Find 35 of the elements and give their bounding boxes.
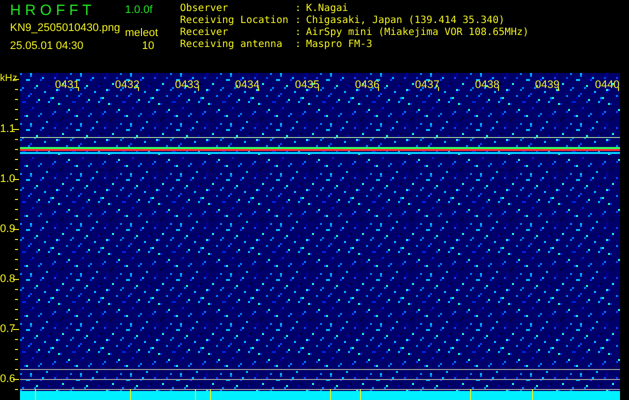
- info-value: Chigasaki, Japan (139.414 35.340): [306, 15, 505, 27]
- info-value: K.Nagai: [306, 3, 348, 15]
- info-label: Receiving Location: [180, 15, 288, 27]
- info-separator: :: [295, 39, 302, 51]
- time-label: 0438: [475, 79, 500, 91]
- info-label: Receiver: [180, 27, 228, 39]
- frequency-label: 0.8: [0, 273, 16, 285]
- time-label: 0439: [535, 79, 560, 91]
- time-label: 0432: [115, 79, 140, 91]
- time-label: 0437: [415, 79, 440, 91]
- info-separator: :: [295, 3, 302, 15]
- app-title: H R O F F T: [10, 2, 92, 20]
- version-label: 1.0.0f: [125, 4, 153, 17]
- info-value: AirSpy mini (Miakejima VOR 108.65MHz): [306, 27, 529, 39]
- date-time: 25.05.01 04:30: [10, 40, 84, 53]
- info-separator: :: [295, 15, 302, 27]
- frequency-label: 0.6: [0, 373, 16, 385]
- time-label: 0434: [235, 79, 260, 91]
- time-label: 0436: [355, 79, 380, 91]
- info-separator: :: [295, 27, 302, 39]
- meteor-label: meleot: [125, 27, 158, 40]
- frequency-label: 0.9: [0, 223, 16, 235]
- time-label: 0431: [55, 79, 80, 91]
- meteor-count: 10: [142, 40, 154, 53]
- info-value: Maspro FM-3: [306, 39, 372, 51]
- info-label: Observer: [180, 3, 228, 15]
- unit-label: kHz: [0, 73, 18, 85]
- frequency-label: 1.0: [0, 173, 16, 185]
- time-label: 0435: [295, 79, 320, 91]
- frequency-label: 0.7: [0, 323, 16, 335]
- file-name: KN9_2505010430.png: [10, 22, 120, 35]
- frequency-label: 1.1: [0, 123, 16, 135]
- info-label: Receiving antenna: [180, 39, 282, 51]
- time-label: 0440: [595, 79, 620, 91]
- time-label: 0433: [175, 79, 200, 91]
